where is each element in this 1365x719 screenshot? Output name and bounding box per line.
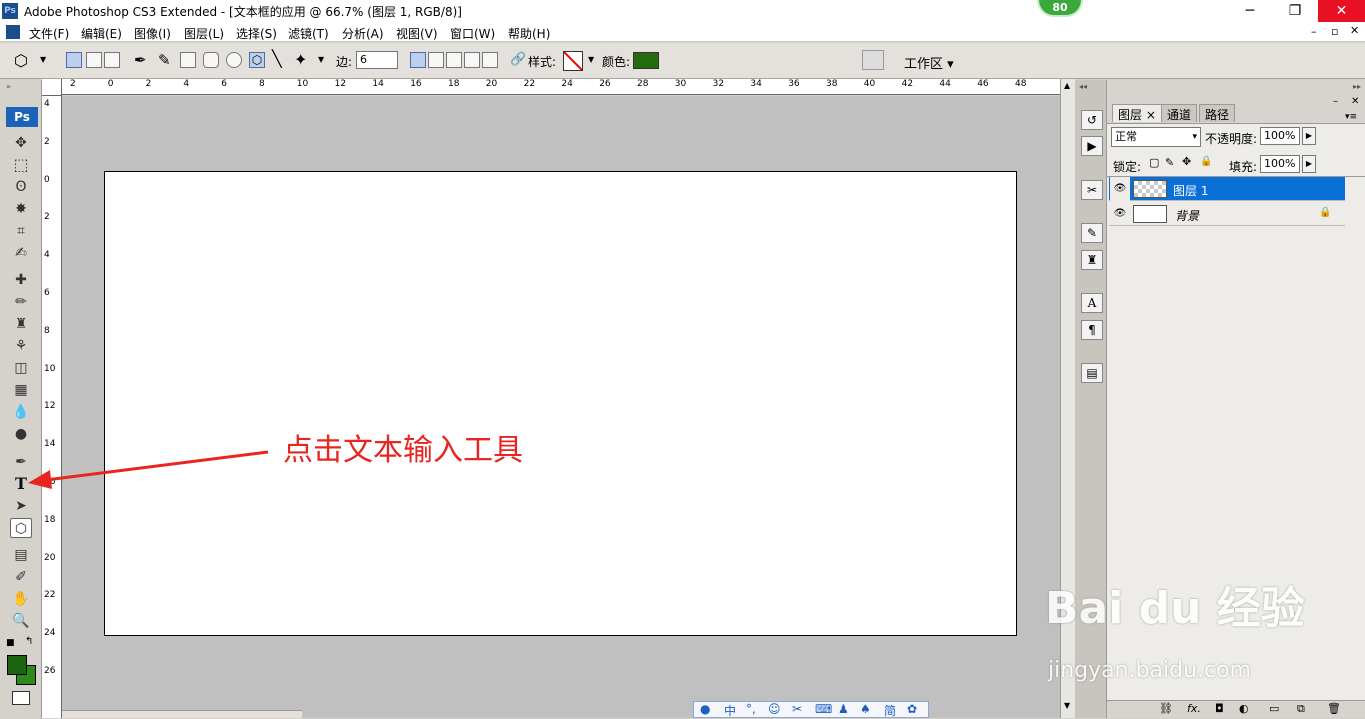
ime-user-icon[interactable]: ♟ — [838, 702, 849, 716]
ime-logo-icon[interactable]: ● — [700, 702, 710, 716]
watermark-url: jingyan.baidu.com — [1048, 658, 1252, 683]
ime-tools-icon[interactable]: ✂ — [792, 702, 802, 716]
annotation-text: 点击文本输入工具 — [283, 433, 523, 468]
ime-keyboard-icon[interactable]: ⌨ — [815, 702, 832, 716]
ime-punct-icon[interactable]: °, — [746, 702, 756, 716]
ime-lang[interactable]: 中 — [724, 702, 736, 719]
watermark-brand: Bai du 经验 — [1045, 583, 1305, 634]
ime-simplified[interactable]: 简 — [884, 702, 896, 719]
status-bar — [62, 710, 302, 718]
ime-skin-icon[interactable]: ♠ — [860, 702, 871, 716]
ime-settings-icon[interactable]: ✿ — [907, 702, 917, 716]
ime-toolbar: ● 中 °, ☺ ✂ ⌨ ♟ ♠ 简 ✿ — [693, 701, 929, 718]
ime-emoji-icon[interactable]: ☺ — [768, 702, 781, 716]
